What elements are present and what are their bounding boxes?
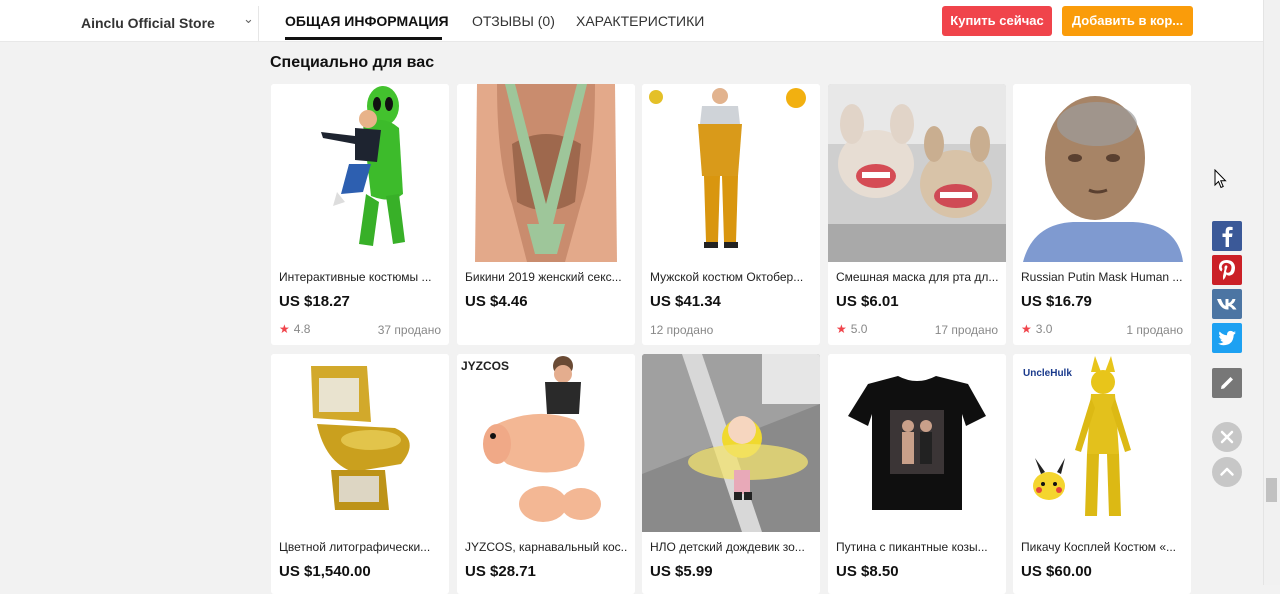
product-image[interactable]: JYZCOS (457, 354, 635, 532)
tab-specifications[interactable]: ХАРАКТЕРИСТИКИ (576, 13, 704, 29)
twitter-share-button[interactable] (1212, 323, 1242, 353)
product-image[interactable]: UncleHulk (1013, 354, 1191, 532)
star-icon: ★ (279, 322, 290, 336)
product-title[interactable]: Russian Putin Mask Human ... (1021, 270, 1183, 284)
star-icon: ★ (836, 322, 847, 336)
product-price: US $8.50 (836, 563, 899, 580)
add-to-cart-button[interactable]: Добавить в кор... (1062, 6, 1193, 36)
product-card[interactable]: Мужской костюм Октобер... US $41.34 12 п… (642, 84, 820, 345)
product-title[interactable]: Мужской костюм Октобер... (650, 270, 812, 284)
section-title: Специально для вас (270, 54, 435, 71)
product-price: US $41.34 (650, 293, 721, 310)
sold-count: 1 продано (1126, 323, 1183, 337)
close-button[interactable] (1212, 422, 1242, 452)
star-icon: ★ (1021, 322, 1032, 336)
product-image[interactable] (828, 84, 1006, 262)
product-title[interactable]: Цветной литографически... (279, 540, 441, 554)
brand-label: UncleHulk (1023, 368, 1072, 379)
product-rating: ★ 3.0 (1021, 322, 1053, 336)
mouse-cursor-icon (1214, 169, 1227, 189)
product-price: US $16.79 (1021, 293, 1092, 310)
active-tab-indicator (285, 37, 442, 40)
buy-now-button[interactable]: Купить сейчас (942, 6, 1052, 36)
brand-label: JYZCOS (461, 359, 509, 373)
product-image[interactable] (271, 84, 449, 262)
product-card[interactable]: Смешная маска для рта дл... US $6.01 ★ 5.… (828, 84, 1006, 345)
product-price: US $6.01 (836, 293, 899, 310)
close-icon (1220, 430, 1234, 444)
arrow-up-icon (1220, 467, 1234, 476)
product-image[interactable] (1013, 84, 1191, 262)
edit-button[interactable] (1212, 368, 1242, 398)
twitter-icon (1218, 330, 1236, 346)
product-title[interactable]: Смешная маска для рта дл... (836, 270, 998, 284)
product-card[interactable]: Интерактивные костюмы ... US $18.27 ★ 4.8… (271, 84, 449, 345)
scrollbar-thumb[interactable] (1266, 478, 1277, 502)
product-card[interactable]: Бикини 2019 женский секс... US $4.46 (457, 84, 635, 345)
product-header-bar: Ainclu Official Store ⌄ ОБЩАЯ ИНФОРМАЦИЯ… (0, 0, 1263, 42)
store-name[interactable]: Ainclu Official Store (81, 15, 215, 31)
product-title[interactable]: JYZCOS, карнавальный кос... (465, 540, 627, 554)
vk-icon (1217, 299, 1237, 310)
product-image[interactable] (271, 354, 449, 532)
product-card[interactable]: UncleHulk Пикачу Косплей Костюм «... US … (1013, 354, 1191, 594)
product-title[interactable]: НЛО детский дождевик зо... (650, 540, 812, 554)
product-title[interactable]: Интерактивные костюмы ... (279, 270, 441, 284)
pinterest-icon (1218, 260, 1235, 280)
product-image[interactable] (642, 84, 820, 262)
sold-count: 17 продано (934, 323, 998, 337)
chevron-down-icon[interactable]: ⌄ (243, 11, 254, 27)
product-price: US $1,540.00 (279, 563, 371, 580)
facebook-share-button[interactable] (1212, 221, 1242, 251)
sold-count: 37 продано (377, 323, 441, 337)
product-price: US $5.99 (650, 563, 713, 580)
product-rating: ★ 5.0 (836, 322, 868, 336)
product-price: US $18.27 (279, 293, 350, 310)
product-image[interactable] (642, 354, 820, 532)
divider (258, 6, 259, 41)
product-card[interactable]: НЛО детский дождевик зо... US $5.99 (642, 354, 820, 594)
product-title[interactable]: Путина с пикантные козы... (836, 540, 998, 554)
product-card[interactable]: Цветной литографически... US $1,540.00 (271, 354, 449, 594)
product-rating: ★ 4.8 (279, 322, 311, 336)
product-card[interactable]: Путина с пикантные козы... US $8.50 (828, 354, 1006, 594)
pencil-icon (1221, 377, 1233, 389)
product-price: US $60.00 (1021, 563, 1092, 580)
tab-reviews[interactable]: ОТЗЫВЫ (0) (472, 13, 555, 29)
product-image[interactable] (828, 354, 1006, 532)
product-image[interactable] (457, 84, 635, 262)
facebook-icon (1222, 226, 1233, 247)
product-card[interactable]: JYZCOS JYZCOS, карнавальный кос... US $2… (457, 354, 635, 594)
product-title[interactable]: Пикачу Косплей Костюм «... (1021, 540, 1183, 554)
product-card[interactable]: Russian Putin Mask Human ... US $16.79 ★… (1013, 84, 1191, 345)
tab-overview[interactable]: ОБЩАЯ ИНФОРМАЦИЯ (285, 13, 449, 29)
product-title[interactable]: Бикини 2019 женский секс... (465, 270, 627, 284)
sold-count: 12 продано (650, 323, 714, 337)
product-price: US $4.46 (465, 293, 528, 310)
product-price: US $28.71 (465, 563, 536, 580)
scroll-to-top-button[interactable] (1212, 457, 1242, 487)
vk-share-button[interactable] (1212, 289, 1242, 319)
pinterest-share-button[interactable] (1212, 255, 1242, 285)
